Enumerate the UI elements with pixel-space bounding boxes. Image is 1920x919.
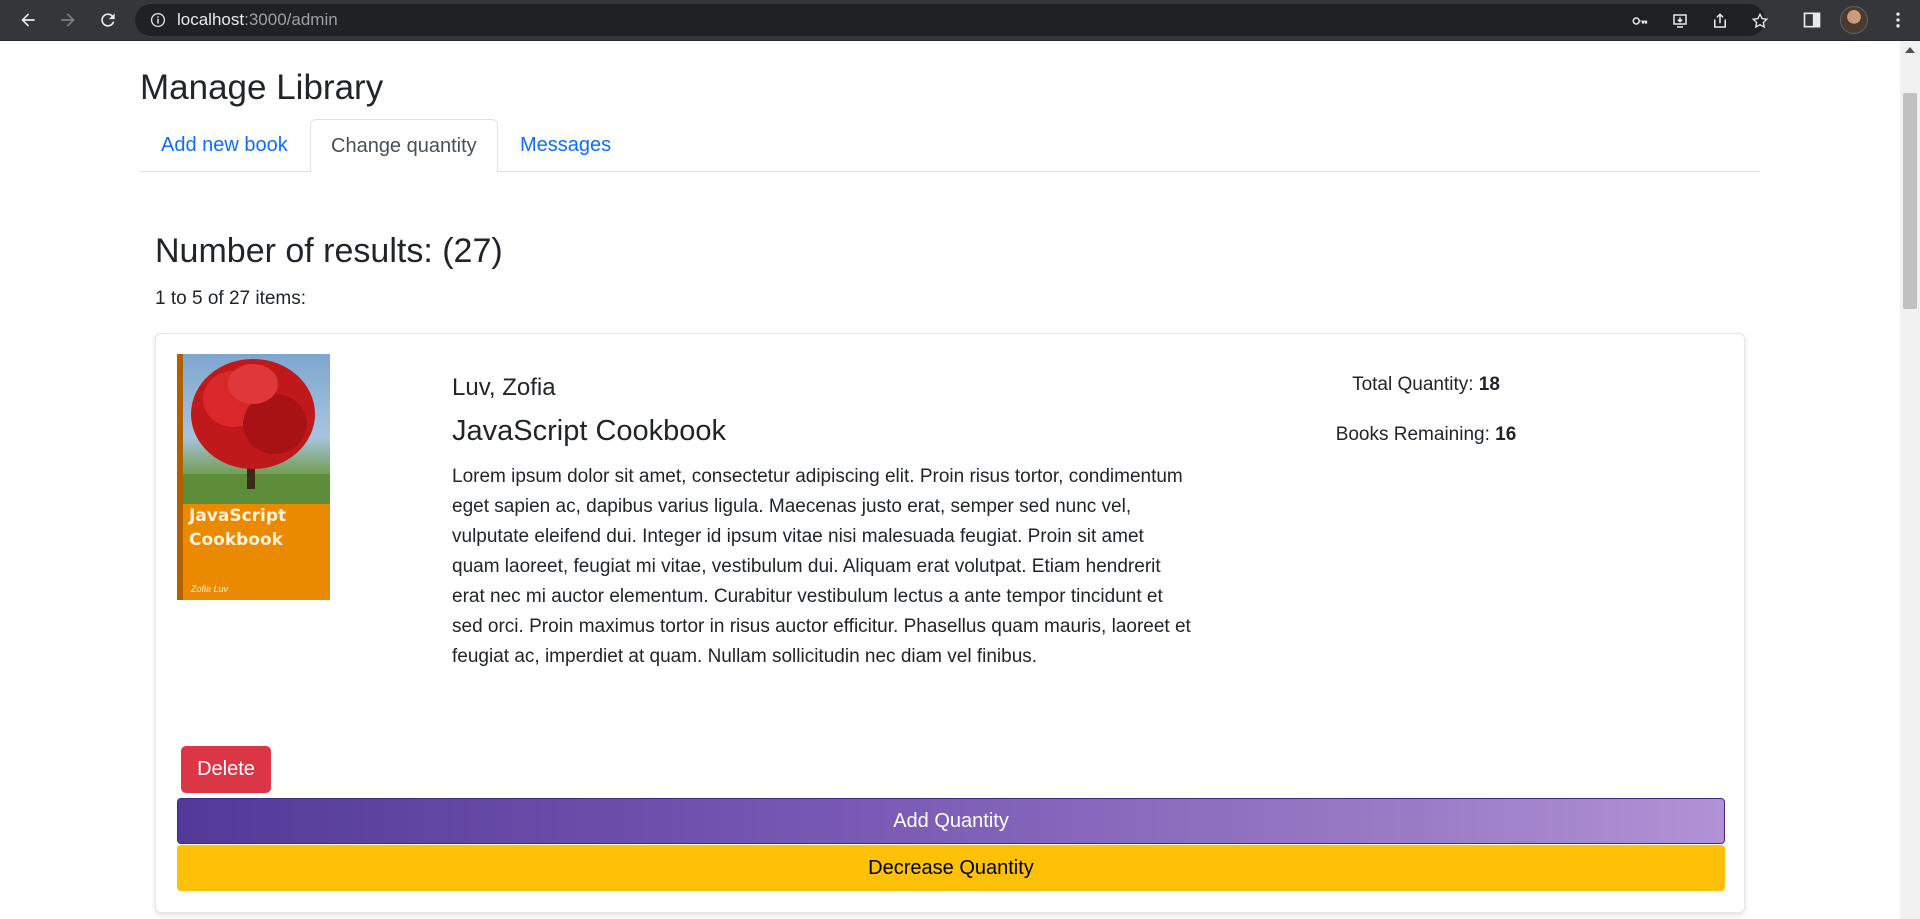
back-icon[interactable] bbox=[14, 6, 42, 34]
scroll-up-arrow-icon[interactable] bbox=[1905, 47, 1915, 53]
delete-button[interactable]: Delete bbox=[181, 746, 271, 793]
page-scrollbar[interactable] bbox=[1900, 41, 1920, 919]
results-range: 1 to 5 of 27 items: bbox=[155, 288, 307, 309]
book-description: Lorem ipsum dolor sit amet, consectetur … bbox=[452, 466, 1191, 667]
books-remaining-label: Books Remaining: bbox=[1335, 424, 1490, 445]
menu-kebab-icon[interactable] bbox=[1886, 8, 1910, 32]
side-panel-icon[interactable] bbox=[1800, 8, 1824, 32]
books-remaining: Books Remaining: 16 bbox=[1276, 424, 1576, 446]
books-remaining-value: 16 bbox=[1495, 424, 1517, 445]
add-quantity-button[interactable]: Add Quantity bbox=[177, 798, 1725, 844]
cover-title: JavaScript Cookbook bbox=[189, 506, 287, 550]
forward-icon[interactable] bbox=[54, 6, 82, 34]
book-author: Luv, Zofia bbox=[452, 374, 556, 401]
total-quantity-label: Total Quantity: bbox=[1352, 374, 1474, 395]
tab-messages[interactable]: Messages bbox=[499, 119, 632, 172]
book-card: JavaScript Cookbook Zofia Luv Luv, Zofia … bbox=[155, 333, 1745, 913]
url-text: localhost:3000/admin bbox=[177, 10, 338, 29]
tab-change-quantity[interactable]: Change quantity bbox=[310, 119, 498, 173]
bookmark-star-icon[interactable] bbox=[1750, 11, 1770, 31]
admin-tabs: Add new book Change quantity Messages bbox=[140, 119, 1760, 173]
share-icon[interactable] bbox=[1710, 11, 1730, 31]
profile-avatar[interactable] bbox=[1840, 6, 1868, 34]
key-icon[interactable] bbox=[1630, 11, 1650, 31]
browser-toolbar: localhost:3000/admin bbox=[0, 0, 1920, 41]
book-title: JavaScript Cookbook bbox=[452, 415, 727, 447]
tab-add-new-book[interactable]: Add new book bbox=[140, 119, 309, 172]
site-info-icon[interactable] bbox=[149, 11, 167, 29]
total-quantity: Total Quantity: 18 bbox=[1276, 374, 1576, 396]
page-title: Manage Library bbox=[140, 68, 384, 107]
reload-icon[interactable] bbox=[94, 6, 122, 34]
book-cover-image: JavaScript Cookbook Zofia Luv bbox=[177, 354, 330, 600]
address-bar[interactable]: localhost:3000/admin bbox=[135, 4, 1769, 36]
decrease-quantity-button[interactable]: Decrease Quantity bbox=[177, 845, 1725, 891]
scroll-thumb[interactable] bbox=[1903, 93, 1917, 309]
total-quantity-value: 18 bbox=[1478, 374, 1500, 395]
results-count-title: Number of results: (27) bbox=[155, 232, 503, 270]
cover-author: Zofia Luv bbox=[191, 584, 229, 594]
install-icon[interactable] bbox=[1670, 11, 1690, 31]
